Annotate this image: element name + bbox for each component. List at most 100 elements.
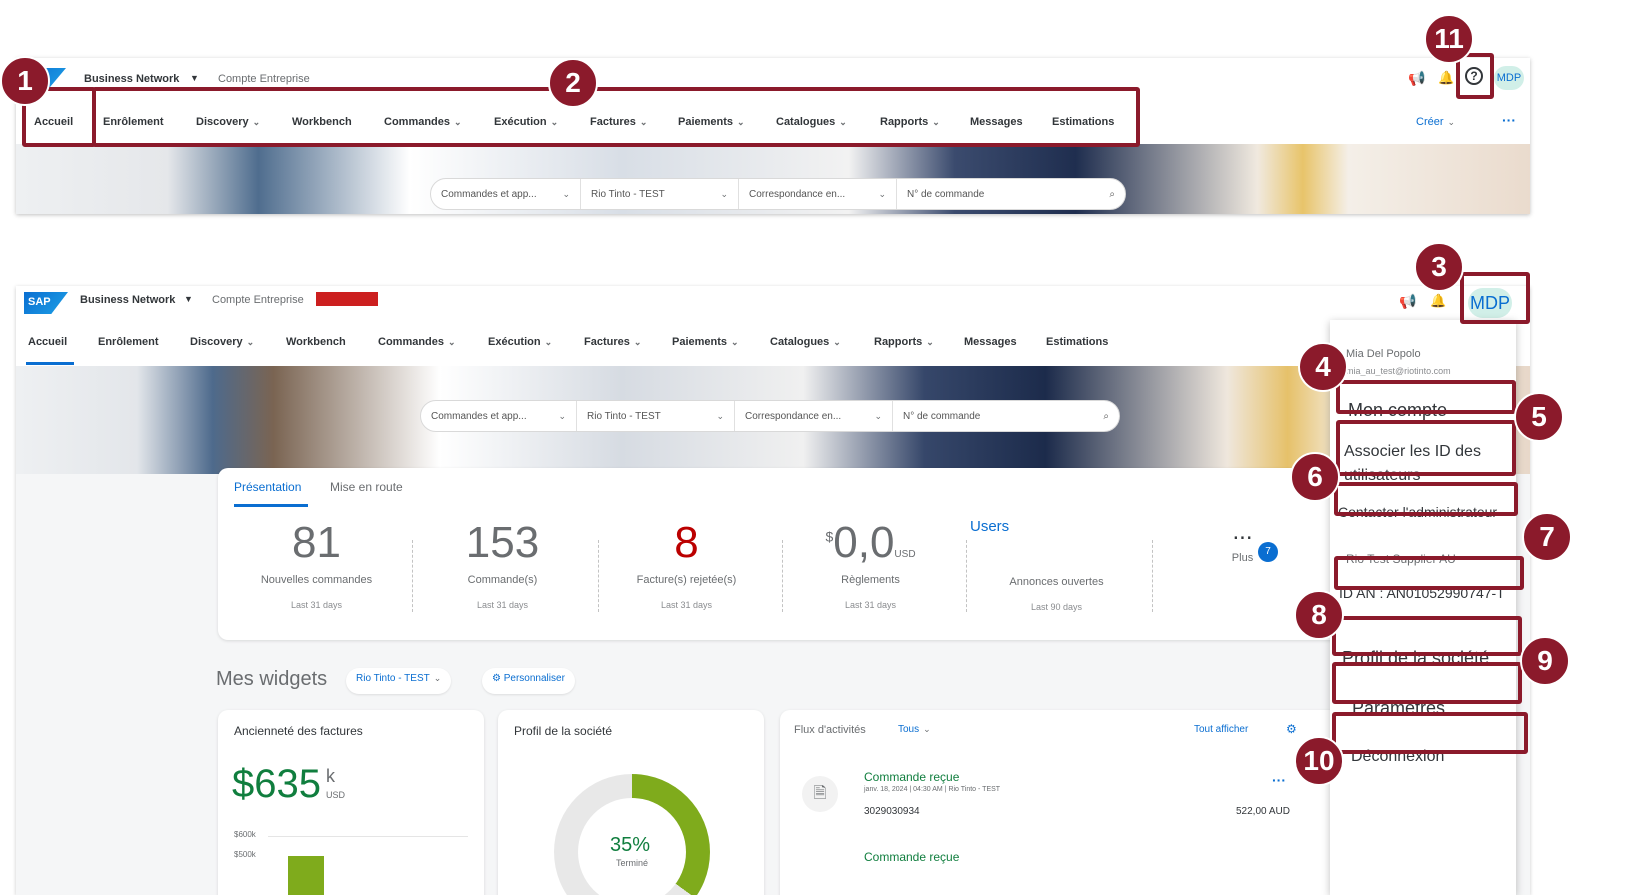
profile-percent: 35% xyxy=(610,834,651,856)
callout-badge: 10 xyxy=(1294,736,1344,786)
tab-presentation[interactable]: Présentation xyxy=(234,480,301,494)
callout-badge: 8 xyxy=(1294,590,1344,640)
announcement-icon[interactable]: 📢 xyxy=(1399,293,1416,310)
account-label[interactable]: Compte Entreprise xyxy=(218,73,310,85)
announcement-icon[interactable]: 📢 xyxy=(1408,70,1425,87)
axis-label: $500k xyxy=(234,850,256,859)
highlight-avatar xyxy=(1460,272,1530,324)
kpi-label: Annonces ouvertes xyxy=(1009,576,1104,588)
document-icon: 🗎 xyxy=(802,776,838,812)
top-search-type[interactable]: Commandes et app... ⌄ xyxy=(431,179,581,209)
chevron-down-icon: ⌄ xyxy=(731,337,739,347)
brand-chevron-icon: ▼ xyxy=(190,73,199,83)
show-all-link[interactable]: Tout afficher xyxy=(1194,724,1248,735)
kpi-period: Last 31 days xyxy=(476,600,529,610)
axis-label: $600k xyxy=(234,830,256,839)
chevron-down-icon: ⌄ xyxy=(633,337,642,347)
nav-item-10[interactable]: Messages xyxy=(964,336,1017,348)
kpi-label: Plus xyxy=(1231,552,1254,564)
nav-item-9[interactable]: Rapports ⌄ xyxy=(874,336,934,348)
invoice-aging-card: Ancienneté des factures $635 k USD $600k… xyxy=(218,710,484,895)
nav-item-0[interactable]: Accueil xyxy=(28,336,67,348)
kpi-tile[interactable]: Users Annonces ouvertes Last 90 days xyxy=(964,518,1149,612)
activity-filter[interactable]: Tous ⌄ xyxy=(898,724,931,735)
kpi-label: Nouvelles commandes xyxy=(260,574,373,586)
nav-item-11[interactable]: Estimations xyxy=(1046,336,1108,348)
main-search-bar: Commandes et app... ⌄ Rio Tinto - TEST ⌄ C… xyxy=(420,400,1120,432)
kpi-label: Facture(s) rejetée(s) xyxy=(636,574,737,586)
kpi-value: $0,0USD xyxy=(825,518,916,567)
menu-user-email: mia_au_test@riotinto.com xyxy=(1346,366,1451,376)
profile-sublabel: Terminé xyxy=(616,858,649,868)
highlight-contact-admin xyxy=(1334,482,1518,516)
widgets-title: Mes widgets xyxy=(216,668,328,690)
activity-item-title[interactable]: Commande reçue xyxy=(864,770,959,784)
customize-button[interactable]: ⚙ Personnaliser xyxy=(482,668,575,694)
active-tab-indicator xyxy=(26,362,74,365)
nav-item-5[interactable]: Exécution ⌄ xyxy=(488,336,552,348)
search-type-select[interactable]: Commandes et app... ⌄ xyxy=(421,401,577,431)
chevron-down-icon: ⌄ xyxy=(544,337,553,347)
tab-presentation-underline xyxy=(234,504,308,507)
brand-label[interactable]: Business Network xyxy=(80,294,175,306)
kpi-tile[interactable]: 153 Commande(s) Last 31 days xyxy=(410,518,595,610)
callout-badge: 2 xyxy=(548,58,598,108)
callout-badge: 4 xyxy=(1298,342,1348,392)
highlight-an-id xyxy=(1334,556,1524,590)
nav-item-2[interactable]: Discovery ⌄ xyxy=(190,336,254,348)
search-match-select[interactable]: Correspondance en... ⌄ xyxy=(735,401,893,431)
chevron-down-icon: ⌄ xyxy=(448,337,456,347)
nav-item-4[interactable]: Commandes ⌄ xyxy=(378,336,456,348)
highlight-settings xyxy=(1332,662,1522,704)
search-input[interactable]: N° de commande ⌕ xyxy=(893,401,1119,431)
account-label[interactable]: Compte Entreprise xyxy=(212,294,304,306)
kpi-tile[interactable]: ... 7 Plus xyxy=(1150,518,1335,564)
company-profile-card: Profil de la société 35% Terminé xyxy=(498,710,764,895)
activity-item-title[interactable]: Commande reçue xyxy=(864,850,959,864)
menu-user-name: Mia Del Popolo xyxy=(1346,348,1421,360)
widgets-filter[interactable]: Rio Tinto - TEST ⌄ xyxy=(346,668,452,694)
bell-icon[interactable]: 🔔 xyxy=(1438,70,1454,86)
aging-bar xyxy=(288,856,324,895)
search-icon[interactable]: ⌕ xyxy=(1103,411,1109,422)
callout-badge: 9 xyxy=(1520,636,1570,686)
kpi-value: 153 xyxy=(465,518,540,567)
chevron-down-icon: ⌄ xyxy=(246,337,255,347)
top-search-customer[interactable]: Rio Tinto - TEST ⌄ xyxy=(581,179,739,209)
activity-item-more-icon[interactable]: ··· xyxy=(1272,772,1286,788)
overflow-icon[interactable]: ··· xyxy=(1502,112,1516,128)
invoice-aging-value: $635 xyxy=(232,762,321,806)
settings-icon[interactable]: ⚙ xyxy=(1286,722,1297,736)
highlight-main-nav xyxy=(92,87,1140,147)
create-button[interactable]: Créer ⌄ xyxy=(1416,116,1455,128)
brand-label[interactable]: Business Network xyxy=(84,73,179,85)
invoice-aging-unit-bottom: USD xyxy=(326,790,346,800)
activity-item-meta: janv. 18, 2024 | 04:30 AM | Rio Tinto - … xyxy=(864,786,1001,793)
nav-item-6[interactable]: Factures ⌄ xyxy=(584,336,641,348)
highlight-my-account xyxy=(1336,380,1516,414)
tab-mise-en-route[interactable]: Mise en route xyxy=(330,480,403,494)
kpi-value: ... xyxy=(1232,518,1253,545)
search-icon[interactable]: ⌕ xyxy=(1109,189,1115,200)
bell-icon[interactable]: 🔔 xyxy=(1430,293,1446,309)
kpi-value: 81 xyxy=(292,518,341,567)
nav-item-3[interactable]: Workbench xyxy=(286,336,346,348)
kpi-tile[interactable]: $0,0USD Règlements Last 31 days xyxy=(778,518,963,610)
nav-item-8[interactable]: Catalogues ⌄ xyxy=(770,336,841,348)
nav-item-7[interactable]: Paiements ⌄ xyxy=(672,336,739,348)
nav-item-1[interactable]: Enrôlement xyxy=(98,336,159,348)
search-customer-select[interactable]: Rio Tinto - TEST ⌄ xyxy=(577,401,735,431)
kpi-period: Last 31 days xyxy=(660,600,713,610)
highlight-company-profile xyxy=(1332,616,1522,656)
top-search-input[interactable]: N° de commande ⌕ xyxy=(897,179,1125,209)
callout-badge: 7 xyxy=(1522,512,1572,562)
kpi-unit: USD xyxy=(894,549,916,560)
kpi-value: 8 xyxy=(674,518,699,567)
avatar[interactable]: MDP xyxy=(1494,66,1524,90)
kpi-tile[interactable]: 8 Facture(s) rejetée(s) Last 31 days xyxy=(594,518,779,610)
top-search-match[interactable]: Correspondance en... ⌄ xyxy=(739,179,897,209)
customize-icon: ⚙ xyxy=(492,673,504,684)
activity-feed-card: Flux d'activités Tous ⌄ Tout afficher ⚙ 🗎… xyxy=(780,710,1342,895)
kpi-tile[interactable]: 81 Nouvelles commandes Last 31 days xyxy=(224,518,409,610)
company-profile-title: Profil de la société xyxy=(514,724,613,738)
